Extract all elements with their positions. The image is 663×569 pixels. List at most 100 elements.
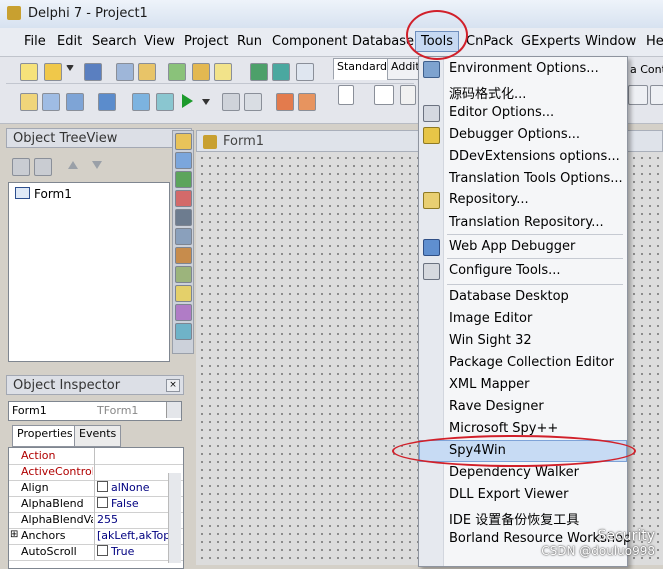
- palette-icon-5[interactable]: [175, 209, 192, 226]
- menu-item-translation-tools-options[interactable]: Translation Tools Options...: [419, 168, 627, 190]
- menu-help[interactable]: He: [646, 34, 663, 49]
- help-contents-icon[interactable]: [214, 63, 232, 81]
- trace-into-icon[interactable]: [276, 93, 294, 111]
- new-form-icon[interactable]: [20, 93, 38, 111]
- menu-item-editor-options[interactable]: Editor Options...: [419, 102, 627, 124]
- palette-icon-11[interactable]: [175, 323, 192, 340]
- tab-events[interactable]: Events: [74, 425, 122, 447]
- view-unit-icon[interactable]: [250, 63, 268, 81]
- palette-icon-10[interactable]: [175, 304, 192, 321]
- palette-tab-truncated[interactable]: a Contr: [630, 63, 663, 76]
- delete-item-icon[interactable]: [34, 158, 52, 176]
- property-row[interactable]: AlphaBlendValu 255: [9, 512, 183, 529]
- menu-item-package-collection-editor[interactable]: Package Collection Editor: [419, 352, 627, 374]
- stack-icon[interactable]: [132, 93, 150, 111]
- property-grid: Action ActiveControl Align alNone AlphaBl…: [8, 447, 184, 569]
- menu-window[interactable]: Window: [585, 34, 636, 49]
- menu-item-ide-backup-tool[interactable]: IDE 设置备份恢复工具: [419, 506, 627, 528]
- menu-item-ddevextensions-options[interactable]: DDevExtensions options...: [419, 146, 627, 168]
- environment-options-icon: [423, 61, 440, 78]
- move-up-icon[interactable]: [68, 161, 78, 169]
- menu-item-dll-export-viewer[interactable]: DLL Export Viewer: [419, 484, 627, 506]
- property-value-text: False: [111, 497, 139, 510]
- add-to-project-icon[interactable]: [168, 63, 186, 81]
- menu-view[interactable]: View: [144, 34, 175, 49]
- menu-item-xml-mapper[interactable]: XML Mapper: [419, 374, 627, 396]
- save-all-icon[interactable]: [116, 63, 134, 81]
- database-icon[interactable]: [156, 93, 174, 111]
- palette-icon-6[interactable]: [175, 228, 192, 245]
- checkbox-checked-icon[interactable]: [97, 545, 108, 556]
- component-icon-2[interactable]: [650, 85, 663, 105]
- menu-item-environment-options[interactable]: Environment Options...: [419, 58, 627, 80]
- frame-icon[interactable]: [374, 85, 394, 105]
- new-item-icon[interactable]: [12, 158, 30, 176]
- property-row[interactable]: Align alNone: [9, 480, 183, 497]
- palette-icon-8[interactable]: [175, 266, 192, 283]
- menu-file[interactable]: File: [24, 34, 46, 49]
- open-dropdown-icon[interactable]: [66, 65, 74, 71]
- menu-gexperts[interactable]: GExperts: [521, 34, 580, 49]
- open-project-icon[interactable]: [138, 63, 156, 81]
- menu-item-debugger-options[interactable]: Debugger Options...: [419, 124, 627, 146]
- menu-item-image-editor[interactable]: Image Editor: [419, 308, 627, 330]
- palette-icon-3[interactable]: [175, 171, 192, 188]
- menu-item-database-desktop[interactable]: Database Desktop: [419, 286, 627, 308]
- menu-item-web-app-debugger[interactable]: Web App Debugger: [419, 236, 627, 258]
- debugger-options-icon: [423, 127, 440, 144]
- checkbox-icon[interactable]: [97, 497, 108, 508]
- menu-database[interactable]: Database: [352, 34, 414, 49]
- palette-icon-2[interactable]: [175, 152, 192, 169]
- view-toggle-icon[interactable]: [98, 93, 116, 111]
- menu-search[interactable]: Search: [92, 34, 137, 49]
- run-dropdown-icon[interactable]: [202, 99, 210, 105]
- object-selector[interactable]: Form1 TForm1: [8, 401, 182, 421]
- menu-item-source-format[interactable]: 源码格式化...: [419, 80, 627, 102]
- menu-separator: [447, 284, 623, 285]
- open-icon[interactable]: [44, 63, 62, 81]
- run-icon[interactable]: [182, 94, 193, 108]
- menu-item-label: 源码格式化...: [449, 87, 527, 102]
- stop-icon[interactable]: [244, 93, 262, 111]
- property-row[interactable]: ⊞ Anchors [akLeft,akTop: [9, 528, 183, 545]
- chevron-down-icon[interactable]: [166, 402, 181, 418]
- palette-icon-7[interactable]: [175, 247, 192, 264]
- mainmenu-icon[interactable]: [400, 85, 416, 105]
- component-icon[interactable]: [628, 85, 648, 105]
- menu-item-configure-tools[interactable]: Configure Tools...: [419, 260, 627, 282]
- expand-icon[interactable]: ⊞: [10, 529, 18, 540]
- pause-icon[interactable]: [222, 93, 240, 111]
- property-row[interactable]: Action: [9, 448, 183, 465]
- view-form-icon[interactable]: [272, 63, 290, 81]
- palette-icon-9[interactable]: [175, 285, 192, 302]
- menu-item-rave-designer[interactable]: Rave Designer: [419, 396, 627, 418]
- menu-item-label: Package Collection Editor: [449, 355, 614, 370]
- property-row[interactable]: ActiveControl: [9, 464, 183, 481]
- menu-item-translation-repository[interactable]: Translation Repository...: [419, 212, 627, 234]
- copy-icon[interactable]: [42, 93, 60, 111]
- menu-item-repository[interactable]: Repository...: [419, 189, 627, 211]
- menu-project[interactable]: Project: [184, 34, 228, 49]
- menu-component[interactable]: Component: [272, 34, 347, 49]
- save-icon[interactable]: [84, 63, 102, 81]
- inspector-scrollbar[interactable]: [168, 473, 181, 563]
- menu-run[interactable]: Run: [237, 34, 262, 49]
- menu-item-win-sight-32[interactable]: Win Sight 32: [419, 330, 627, 352]
- step-over-icon[interactable]: [298, 93, 316, 111]
- window-list-icon[interactable]: [66, 93, 84, 111]
- palette-icon-4[interactable]: [175, 190, 192, 207]
- new-icon[interactable]: [20, 63, 38, 81]
- menu-edit[interactable]: Edit: [57, 34, 82, 49]
- palette-icon-1[interactable]: [175, 133, 192, 150]
- menu-cnpack[interactable]: CnPack: [466, 34, 513, 49]
- property-row[interactable]: AutoScroll True: [9, 544, 183, 561]
- tab-properties[interactable]: Properties: [12, 425, 78, 447]
- remove-from-project-icon[interactable]: [192, 63, 210, 81]
- pointer-icon[interactable]: [338, 85, 354, 105]
- property-row[interactable]: AlphaBlend False: [9, 496, 183, 513]
- palette-tab-standard[interactable]: Standard: [333, 58, 392, 80]
- toggle-form-unit-icon[interactable]: [296, 63, 314, 81]
- tree-item-form1[interactable]: Form1: [15, 187, 72, 201]
- close-icon[interactable]: ×: [166, 379, 180, 392]
- move-down-icon[interactable]: [92, 161, 102, 169]
